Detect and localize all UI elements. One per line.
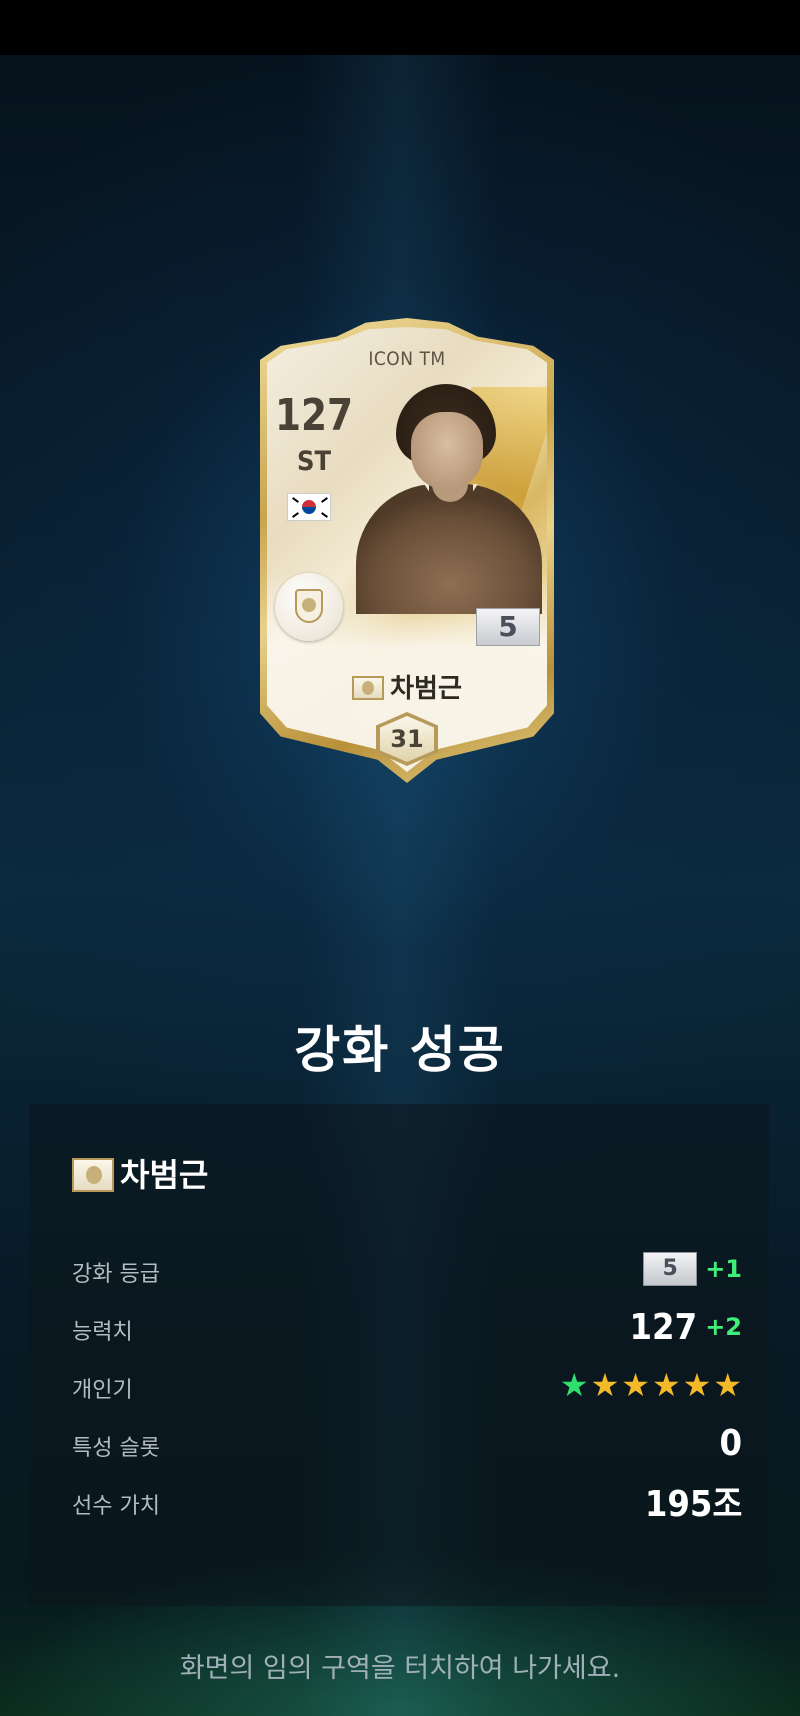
overall-delta: +2	[705, 1313, 742, 1341]
grade-delta: +1	[705, 1255, 742, 1283]
star-icon: ★	[621, 1366, 650, 1404]
star-icon: ★	[682, 1366, 712, 1404]
south-korea-flag-icon	[287, 493, 331, 521]
exit-hint: 화면의 임의 구역을 터치하여 나가세요.	[179, 1653, 621, 1684]
result-title: 강화 성공	[294, 1021, 506, 1079]
stat-label: 선수 가치	[72, 1494, 160, 1519]
player-portrait	[356, 384, 542, 614]
stat-row-player-value: 선수 가치 195조	[72, 1476, 742, 1526]
star-icon: ★	[713, 1366, 742, 1404]
card-player-name-row: 차범근	[260, 668, 554, 705]
overall-value: 127	[629, 1306, 698, 1348]
stat-label: 강화 등급	[72, 1262, 160, 1287]
star-icon: ★	[559, 1366, 589, 1404]
result-panel: 차범근 강화 등급 5 +1 능력치 127 +2 개인기 ★ ★ ★ ★ ★ ★ 특성 …	[29, 1104, 769, 1606]
result-player-name: 차범근	[120, 1156, 209, 1194]
card-player-name: 차범근	[390, 674, 462, 704]
icon-season-emblem-icon	[275, 573, 343, 641]
season-badge-icon	[352, 676, 385, 700]
stat-label: 특성 슬롯	[72, 1436, 160, 1461]
skill-moves-stars: ★ ★ ★ ★ ★ ★	[560, 1369, 742, 1401]
stat-row-trait-slots: 특성 슬롯 0	[72, 1418, 742, 1468]
result-player-name-row: 차범근	[72, 1150, 208, 1196]
stat-label: 능력치	[72, 1320, 133, 1345]
card-overall-rating: 127	[274, 390, 354, 441]
card-season-title: ICON TM	[368, 348, 446, 370]
star-icon: ★	[590, 1366, 620, 1404]
season-badge-icon	[72, 1158, 114, 1192]
card-grade-badge: 5	[476, 608, 540, 646]
card-position: ST	[296, 446, 332, 477]
grade-value-chip: 5	[643, 1252, 698, 1286]
stat-row-overall: 능력치 127 +2	[72, 1302, 742, 1352]
stat-label: 개인기	[72, 1378, 133, 1403]
stat-row-grade: 강화 등급 5 +1	[72, 1244, 742, 1294]
player-card: ICON TM 127 ST 5 차범근 31	[260, 318, 554, 783]
player-value: 195조	[644, 1484, 742, 1525]
trait-slots-value: 0	[719, 1422, 742, 1464]
star-icon: ★	[651, 1366, 681, 1404]
stat-row-skill-moves: 개인기 ★ ★ ★ ★ ★ ★	[72, 1360, 742, 1410]
